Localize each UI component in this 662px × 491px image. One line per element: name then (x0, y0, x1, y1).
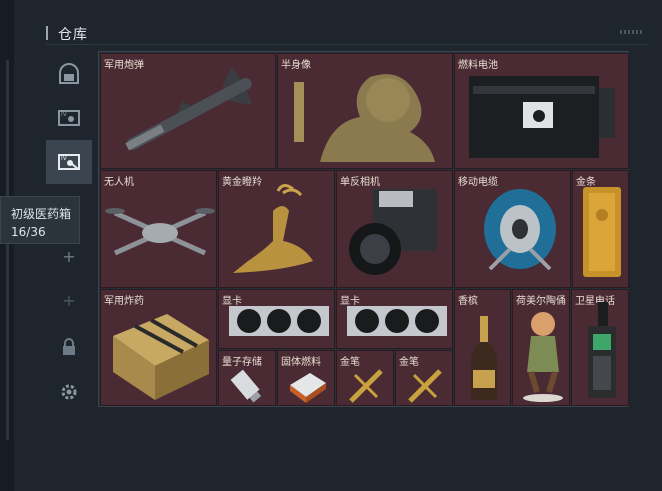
sidebar-tab-gear[interactable] (46, 52, 92, 96)
svg-text:IV: IV (61, 155, 68, 162)
sidebar-settings-button[interactable] (46, 370, 92, 414)
tooltip-item-count: 16/36 (11, 225, 46, 239)
item-military-shell[interactable]: 军用炮弹 (100, 53, 276, 169)
explosive-crate-icon (113, 314, 209, 400)
lock-icon (63, 338, 75, 355)
gold-bar-icon (583, 187, 621, 277)
drone-icon (105, 208, 215, 256)
item-gold-bar[interactable]: 金条 (572, 170, 629, 288)
add-icon: + (62, 290, 76, 310)
page-title: 仓库 (58, 27, 88, 43)
monitor-icon: IV (58, 110, 80, 126)
item-satellite-phone[interactable]: 卫星电话 (571, 289, 629, 406)
gpu-icon (229, 306, 329, 336)
item-label: 荷美尔陶俑 (516, 296, 566, 307)
item-military-explosive[interactable]: 军用炸药 (100, 289, 217, 406)
item-gold-pen-1[interactable]: 金笔 (336, 350, 394, 406)
gold-pen-icon (408, 369, 442, 403)
item-champagne[interactable]: 香槟 (454, 289, 511, 406)
helmet-icon (59, 63, 79, 84)
item-label: 军用炸药 (104, 296, 144, 307)
header-divider (46, 44, 648, 45)
item-mobile-cable[interactable]: 移动电缆 (454, 170, 571, 288)
sidebar-tab-storage-2[interactable]: IV (46, 140, 92, 184)
cable-reel-icon (484, 189, 556, 271)
header-dots-icon (620, 30, 644, 34)
gear-icon (61, 384, 77, 400)
missile-icon (125, 66, 253, 151)
item-label: 量子存储 (222, 357, 262, 368)
monitor-key-icon: IV (58, 154, 80, 170)
fuel-cell-icon (469, 76, 615, 158)
warehouse-header: 仓库 (42, 22, 662, 46)
inventory-grid: 军用炮弹 半身像 燃料电池 无人机 黄金瞪羚 单反相机 移动电缆 金条 军用炸药… (98, 51, 629, 407)
bust-icon (294, 74, 435, 162)
tooltip-item-name: 初级医药箱 (11, 207, 72, 221)
item-golden-gazelle[interactable]: 黄金瞪羚 (218, 170, 335, 288)
sidebar-lock-button[interactable] (46, 325, 92, 369)
add-icon: + (62, 246, 76, 266)
svg-text:IV: IV (61, 111, 68, 118)
item-solid-fuel[interactable]: 固体燃料 (277, 350, 335, 406)
item-bust[interactable]: 半身像 (277, 53, 453, 169)
camera-icon (349, 189, 437, 275)
item-graphics-card-2[interactable]: 显卡 (336, 289, 453, 349)
solid-fuel-icon (290, 373, 326, 403)
item-tooltip: 初级医药箱 16/36 (0, 196, 80, 244)
item-gold-pen-2[interactable]: 金笔 (395, 350, 453, 406)
figurine-icon (523, 312, 563, 402)
item-hummel-figurine[interactable]: 荷美尔陶俑 (512, 289, 570, 406)
item-quantum-storage[interactable]: 量子存储 (218, 350, 276, 406)
left-edge-panel (0, 0, 14, 491)
satellite-phone-icon (588, 302, 616, 398)
sidebar-add-button-2[interactable]: + (46, 278, 92, 322)
item-dslr-camera[interactable]: 单反相机 (336, 170, 453, 288)
usb-drive-icon (230, 369, 262, 403)
item-drone[interactable]: 无人机 (100, 170, 217, 288)
scroll-rail[interactable] (6, 60, 9, 440)
item-label: 香槟 (458, 296, 478, 307)
gazelle-statue-icon (233, 184, 313, 273)
sidebar-tab-storage-1[interactable]: IV (46, 96, 92, 140)
item-graphics-card-1[interactable]: 显卡 (218, 289, 335, 349)
gpu-icon (347, 306, 447, 336)
header-accent-bar (46, 26, 48, 40)
item-label: 无人机 (104, 177, 134, 188)
gold-pen-icon (349, 369, 383, 403)
item-fuel-cell[interactable]: 燃料电池 (454, 53, 629, 169)
champagne-bottle-icon (470, 316, 498, 400)
